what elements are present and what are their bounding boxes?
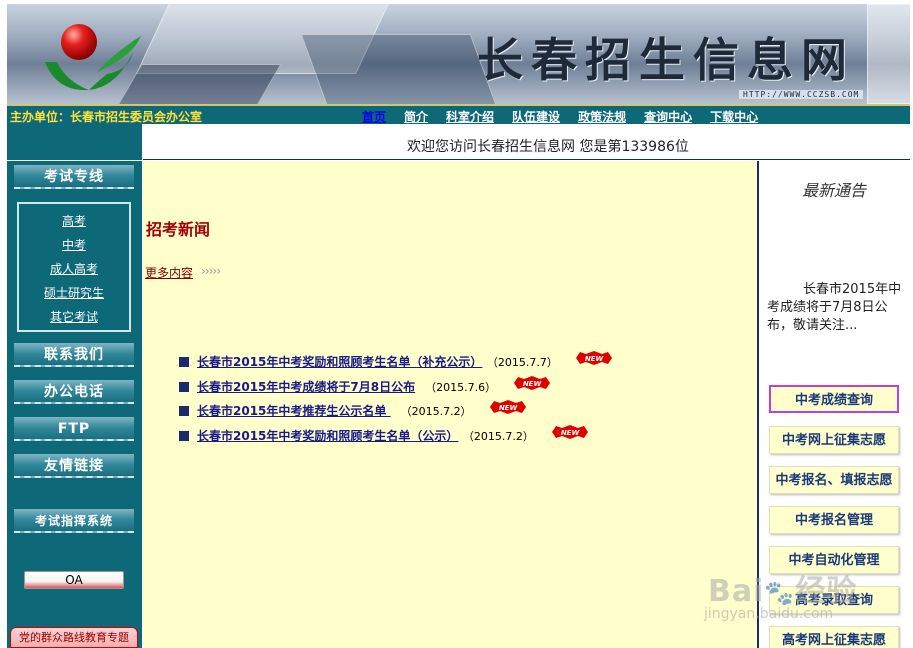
exam-link-adult[interactable]: 成人高考: [19, 257, 129, 281]
news-title-link[interactable]: 长春市2015年中考推荐生公示名单: [197, 404, 391, 418]
news-heading: 招考新闻: [146, 220, 211, 239]
banner-glass-panel: [300, 34, 504, 104]
news-date: （2015.7.2）: [468, 429, 534, 443]
square-bullet-icon: [179, 357, 189, 367]
news-date: （2015.7.2）: [400, 405, 472, 418]
exam-links-box: 高考 中考 成人高考 硕士研究生 其它考试: [17, 202, 131, 332]
office-phone-button[interactable]: 办公电话: [14, 380, 134, 404]
gaokao-admission-query-button[interactable]: 高考录取查询: [769, 586, 899, 614]
zhongkao-score-query-button[interactable]: 中考成绩查询: [769, 385, 899, 413]
gaokao-online-volunteer-button[interactable]: 高考网上征集志愿: [769, 626, 899, 648]
site-url: HTTP://WWW.CCZSB.COM: [739, 90, 864, 99]
news-list: 长春市2015年中考奖励和照顾考生名单（补充公示） （2015.7.7） NEW 长…: [179, 351, 612, 449]
news-item: 长春市2015年中考奖励和照顾考生名单（补充公示） （2015.7.7） NEW: [179, 351, 612, 376]
oa-button[interactable]: OA: [24, 571, 124, 589]
new-badge-icon: NEW: [514, 375, 551, 390]
news-title-link[interactable]: 长春市2015年中考成绩将于7月8日公布: [197, 380, 415, 394]
news-item: 长春市2015年中考成绩将于7月8日公布 （2015.7.6） NEW: [179, 375, 612, 401]
exam-link-graduate[interactable]: 硕士研究生: [19, 281, 129, 305]
top-nav-bar: 主办单位：长春市招生委员会办公室 首页 简介 科室介绍 队伍建设 政策法规 查询…: [7, 104, 910, 124]
welcome-marquee: 欢迎您访问长春招生信息网 您是第133986位: [143, 124, 910, 160]
nav-item-policy[interactable]: 政策法规: [578, 108, 626, 125]
left-strip: [7, 124, 142, 160]
exam-link-zhongkao[interactable]: 中考: [19, 233, 129, 257]
more-arrows-icon: ›››››: [201, 264, 221, 278]
site-banner: 长春招生信息网 HTTP://WWW.CCZSB.COM: [7, 4, 910, 104]
more-content-link[interactable]: 更多内容: [145, 264, 193, 281]
zhongkao-registration-management-button[interactable]: 中考报名管理: [769, 506, 899, 534]
news-title-link[interactable]: 长春市2015年中考奖励和照顾考生名单（补充公示）: [197, 355, 482, 369]
square-bullet-icon: [179, 381, 189, 392]
right-column: 最新通告 长春市2015年中考成绩将于7月8日公布，敬请关注... 中考成绩查询…: [757, 161, 910, 648]
new-badge-icon: NEW: [575, 351, 612, 365]
svg-text:NEW: NEW: [585, 355, 604, 363]
notice-title: 最新通告: [801, 181, 866, 200]
nav-links: 首页 简介 科室介绍 队伍建设 政策法规 查询中心 下载中心: [362, 108, 776, 125]
news-item: 长春市2015年中考奖励和照顾考生名单（公示） （2015.7.2） NEW: [179, 424, 612, 450]
left-sidebar: 考试专线 高考 中考 成人高考 硕士研究生 其它考试 联系我们 办公电话 FTP…: [7, 161, 142, 648]
zhongkao-automation-button[interactable]: 中考自动化管理: [769, 546, 899, 574]
zhongkao-registration-button[interactable]: 中考报名、填报志愿: [769, 466, 899, 494]
welcome-text: 欢迎您访问长春招生信息网 您是第133986位: [407, 139, 689, 155]
news-title-link[interactable]: 长春市2015年中考奖励和照顾考生名单（公示）: [197, 429, 458, 443]
exam-link-other[interactable]: 其它考试: [19, 305, 129, 329]
svg-text:NEW: NEW: [523, 380, 542, 388]
nav-item-intro[interactable]: 简介: [404, 108, 428, 125]
new-badge-icon: NEW: [551, 424, 588, 439]
news-date: （2015.7.6）: [425, 380, 497, 394]
exam-command-system-button[interactable]: 考试指挥系统: [14, 509, 134, 533]
zhongkao-online-volunteer-button[interactable]: 中考网上征集志愿: [769, 426, 899, 454]
host-organization-label: 主办单位：长春市招生委员会办公室: [10, 110, 203, 124]
svg-text:NEW: NEW: [498, 404, 517, 412]
site-logo: [45, 24, 141, 91]
nav-item-home[interactable]: 首页: [362, 108, 386, 125]
banner-glass-panel: [867, 4, 910, 104]
main-content: 招考新闻 更多内容 ››››› 长春市2015年中考奖励和照顾考生名单（补充公示…: [143, 161, 757, 648]
nav-item-query-center[interactable]: 查询中心: [644, 108, 692, 125]
nav-item-team[interactable]: 队伍建设: [512, 108, 560, 125]
square-bullet-icon: [179, 406, 189, 416]
svg-text:NEW: NEW: [561, 429, 580, 437]
contact-us-button[interactable]: 联系我们: [14, 343, 134, 367]
square-bullet-icon: [179, 430, 189, 441]
notice-text: 长春市2015年中考成绩将于7月8日公布，敬请关注...: [767, 282, 902, 333]
ftp-button[interactable]: FTP: [14, 417, 134, 441]
friend-links-button[interactable]: 友情链接: [14, 454, 134, 478]
news-date: （2015.7.7）: [492, 356, 558, 369]
new-badge-icon: NEW: [489, 400, 526, 414]
exam-link-gaokao[interactable]: 高考: [19, 209, 129, 233]
exam-hotline-header: 考试专线: [14, 165, 134, 189]
news-item: 长春市2015年中考推荐生公示名单 （2015.7.2） NEW: [179, 400, 612, 425]
nav-item-download-center[interactable]: 下载中心: [710, 108, 758, 125]
site-title: 长春招生信息网: [477, 33, 855, 87]
nav-item-departments[interactable]: 科室介绍: [446, 108, 494, 125]
party-education-banner[interactable]: 党的群众路线教育专题: [10, 627, 138, 648]
